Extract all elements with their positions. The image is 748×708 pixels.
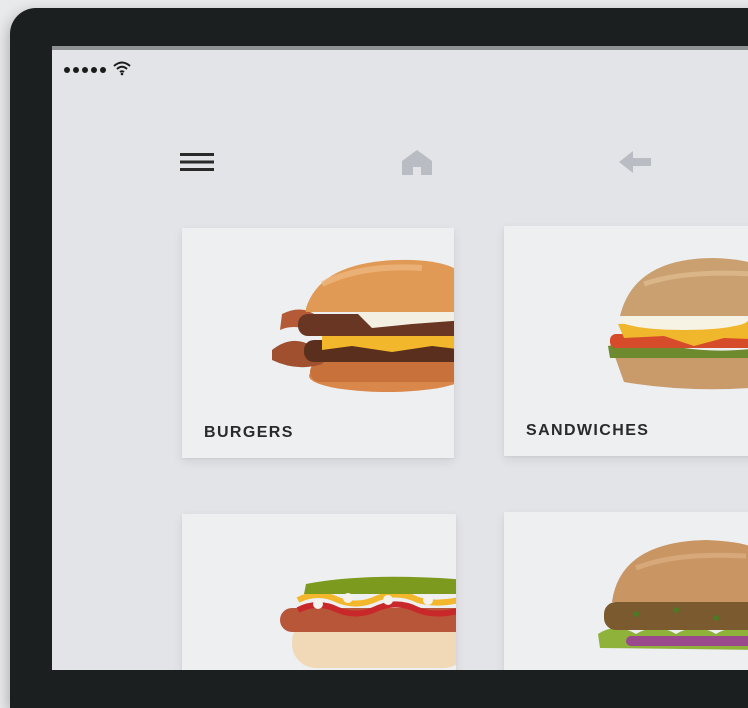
back-arrow-icon[interactable] — [617, 144, 653, 180]
category-card-sandwiches[interactable]: SANDWICHES — [504, 226, 748, 456]
signal-strength-icon — [64, 67, 106, 73]
status-bar — [64, 60, 132, 80]
sandwich-image — [608, 258, 748, 390]
category-label: BURGERS — [204, 424, 294, 441]
veggie-burger-image — [598, 540, 748, 650]
hamburger-menu-icon[interactable] — [180, 144, 214, 180]
hotdog-image — [280, 576, 456, 668]
category-card-hotdogs[interactable] — [182, 514, 456, 670]
wifi-icon — [112, 60, 132, 81]
category-card-burgers[interactable]: BURGERS — [182, 228, 454, 458]
home-icon[interactable] — [399, 144, 435, 180]
category-card-veggie[interactable] — [504, 512, 748, 670]
category-label: SANDWICHES — [526, 422, 650, 439]
burger-image — [272, 259, 454, 392]
top-nav-bar — [52, 144, 748, 184]
app-screen: BURGERS SANDWICHES — [52, 50, 748, 670]
